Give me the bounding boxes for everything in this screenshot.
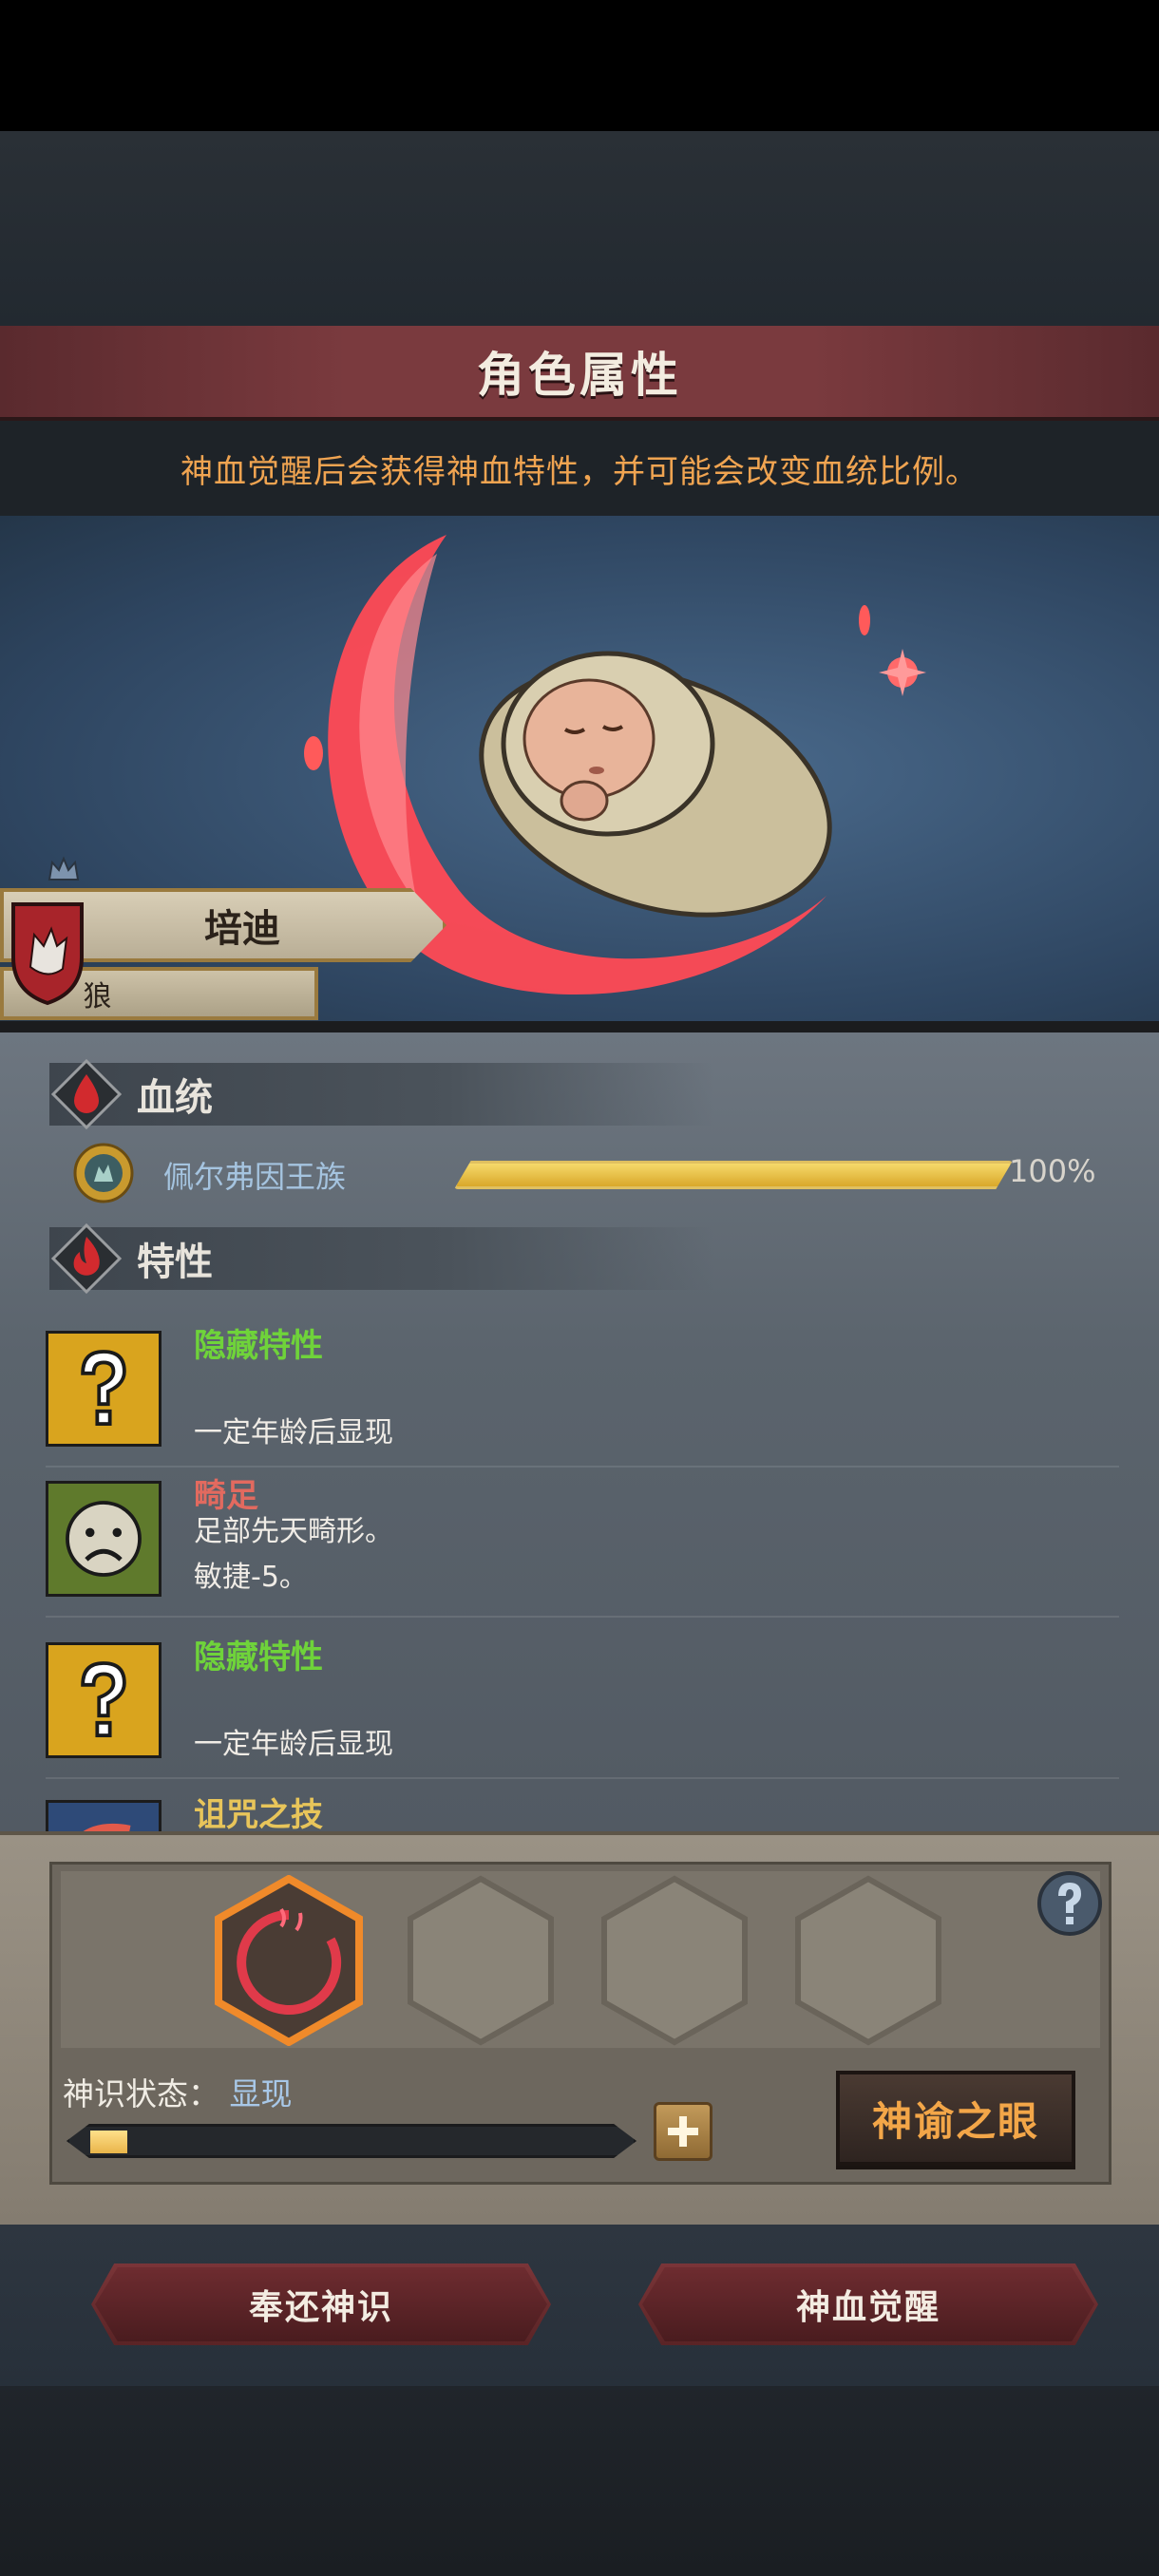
lineage-name: 佩尔弗因王族 xyxy=(163,1159,347,1195)
return-divine-button[interactable]: 奉还神识 xyxy=(91,2263,551,2345)
trait-desc-line2: 敏捷-5。 xyxy=(194,1561,308,1594)
oracle-eye-label: 神谕之眼 xyxy=(871,2097,1039,2145)
divine-blood-awaken-label: 神血觉醒 xyxy=(795,2288,940,2327)
empty-divine-slot[interactable] xyxy=(405,1875,557,2046)
trait-row[interactable]: 隐藏特性 一定年龄后显现 xyxy=(46,1317,1119,1468)
empty-divine-slot[interactable] xyxy=(598,1875,750,2046)
character-race: 狼 xyxy=(83,980,112,1013)
trait-desc-line2: 一定年龄后显现 xyxy=(194,1728,393,1761)
page-title: 角色属性 xyxy=(477,348,682,403)
divine-progress-bar xyxy=(66,2124,636,2158)
status-bar-area xyxy=(0,0,1159,131)
lineage-percent-text: 100% xyxy=(1009,1153,1096,1189)
blood-drop-icon xyxy=(50,1058,123,1130)
royal-emblem-icon xyxy=(73,1143,134,1203)
question-mark-icon xyxy=(46,1642,162,1758)
oracle-eye-button[interactable]: 神谕之眼 xyxy=(836,2071,1075,2166)
trait-title: 隐藏特性 xyxy=(194,1327,323,1365)
trait-row[interactable]: 隐藏特性 一定年龄后显现 xyxy=(46,1629,1119,1779)
title-bar: 角色属性 xyxy=(0,326,1159,421)
divine-progress-fill xyxy=(90,2131,127,2153)
lineage-section-header: 血统 xyxy=(49,1058,714,1130)
lineage-percent-fill xyxy=(457,1164,1010,1186)
traits-section-label: 特性 xyxy=(137,1241,213,1284)
top-panel xyxy=(0,131,1159,326)
hint-bar: 神血觉醒后会获得神血特性，并可能会改变血统比例。 xyxy=(0,421,1159,516)
divine-state-line: 神识状态： 显现 xyxy=(63,2069,293,2114)
divine-state-value: 显现 xyxy=(229,2075,293,2112)
awakening-hint: 神血觉醒后会获得神血特性，并可能会改变血统比例。 xyxy=(180,452,978,491)
flame-icon xyxy=(50,1222,123,1295)
return-divine-label: 奉还神识 xyxy=(248,2288,393,2327)
portrait-divider xyxy=(0,1021,1159,1032)
trait-row[interactable]: 诅咒之技 xyxy=(46,1787,1119,1835)
trait-title: 诅咒之技 xyxy=(194,1796,323,1834)
lineage-row[interactable]: 佩尔弗因王族 100% xyxy=(66,1140,1121,1206)
lineage-percent-bar xyxy=(454,1161,1013,1189)
trait-row[interactable]: 畸足 足部先天畸形。 敏捷-5。 xyxy=(46,1468,1119,1618)
bottom-panel xyxy=(0,2386,1159,2576)
help-question-icon[interactable] xyxy=(1036,1869,1104,1938)
sad-face-icon xyxy=(46,1481,162,1597)
traits-section-header: 特性 xyxy=(49,1222,714,1295)
divine-state-label: 神识状态： xyxy=(63,2075,219,2112)
trait-title: 隐藏特性 xyxy=(194,1638,323,1676)
active-divine-slot[interactable] xyxy=(213,1875,365,2046)
crown-icon xyxy=(48,856,80,881)
divine-blood-awaken-button[interactable]: 神血觉醒 xyxy=(638,2263,1098,2345)
question-mark-icon xyxy=(46,1331,162,1447)
curse-swirl-icon xyxy=(46,1800,162,1835)
trait-desc-line1: 足部先天畸形。 xyxy=(194,1515,393,1548)
add-divine-button[interactable] xyxy=(654,2102,712,2161)
trait-desc-line2: 一定年龄后显现 xyxy=(194,1416,393,1449)
character-name: 培迪 xyxy=(204,907,280,951)
wolf-shield-icon xyxy=(11,902,84,1006)
plus-icon xyxy=(668,2116,698,2147)
lineage-section-label: 血统 xyxy=(137,1076,213,1120)
empty-divine-slot[interactable] xyxy=(792,1875,944,2046)
